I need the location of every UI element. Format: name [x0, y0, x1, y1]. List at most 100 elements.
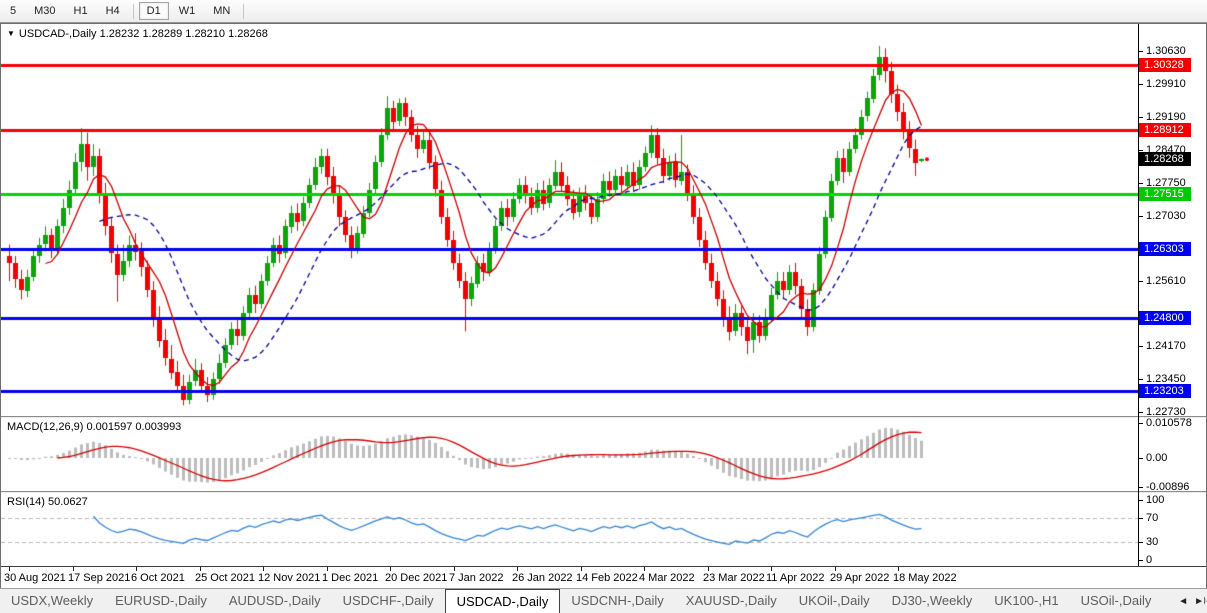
trading-app: 5M30H1H4 D1W1MN ▼ USDCAD-,Daily 1.28232 1.…	[0, 0, 1207, 613]
macd-values: 0.001597 0.003993	[86, 421, 181, 433]
price-axis-tick: 0.010578	[1146, 416, 1192, 430]
date-axis-label: 29 Apr 2022	[830, 572, 889, 584]
axis-tick-mark	[1139, 560, 1143, 561]
date-axis-label: 25 Oct 2021	[195, 572, 255, 584]
price-axis-tick: 1.29910	[1146, 77, 1186, 91]
date-axis-label: 20 Dec 2021	[385, 572, 447, 584]
price-tag: 1.26303	[1139, 242, 1191, 256]
date-tick-mark	[136, 567, 137, 571]
chart-tab-ukoil-daily[interactable]: UKOil-,Daily	[788, 589, 881, 613]
date-axis-label: 6 Oct 2021	[131, 572, 185, 584]
timeframe-button-d1[interactable]: D1	[139, 2, 169, 20]
rsi-value: 50.0627	[48, 496, 88, 508]
axis-tick-mark	[1139, 346, 1143, 347]
axis-tick-mark	[1139, 84, 1143, 85]
price-axis-tick: 1.30630	[1146, 44, 1186, 58]
date-tick-mark	[708, 567, 709, 571]
date-tick-mark	[200, 567, 201, 571]
price-tag: 1.30328	[1139, 58, 1191, 72]
date-axis-label: 11 Apr 2022	[766, 572, 825, 584]
date-axis-label: 30 Aug 2021	[4, 572, 66, 584]
axis-tick-mark	[1139, 183, 1143, 184]
date-axis-label: 7 Jan 2022	[449, 572, 503, 584]
timeframe-button-w1[interactable]: W1	[171, 2, 204, 20]
ohlc-open: 1.28232	[100, 28, 140, 40]
price-tag: 1.27515	[1139, 187, 1191, 201]
tab-scroll-arrows: ◄ ►	[1172, 589, 1204, 613]
chart-tab-xauusd-daily[interactable]: XAUUSD-,Daily	[675, 589, 788, 613]
axis-tick-mark	[1139, 500, 1143, 501]
chart-title-symbol: USDCAD-,Daily	[19, 28, 97, 40]
ohlc-close: 1.28268	[228, 28, 268, 40]
axis-tick-mark	[1139, 458, 1143, 459]
pane-separator[interactable]	[1, 416, 1206, 419]
chart-tab-audusd-daily[interactable]: AUDUSD-,Daily	[218, 589, 332, 613]
date-axis-label: 14 Feb 2022	[576, 572, 638, 584]
date-axis: 30 Aug 202117 Sep 20216 Oct 2021 25 Oct 2…	[1, 566, 1206, 589]
price-axis-tick: 1.27030	[1146, 209, 1186, 223]
tab-scroll-left-icon[interactable]: ◄	[1178, 596, 1188, 607]
date-tick-mark	[581, 567, 582, 571]
timeframe-toolbar: 5M30H1H4 D1W1MN	[0, 0, 1207, 23]
axis-tick-mark	[1139, 117, 1143, 118]
price-axis-tick: 0	[1146, 553, 1152, 567]
axis-tick-mark	[1139, 150, 1143, 151]
chart-tab-usdx-weekly[interactable]: USDX,Weekly	[0, 589, 104, 613]
axis-tick-mark	[1139, 51, 1143, 52]
rsi-pane-canvas[interactable]	[1, 494, 1138, 566]
chart-window: ▼ USDCAD-,Daily 1.28232 1.28289 1.28210 1…	[0, 23, 1207, 588]
date-axis-label: 4 Mar 2022	[639, 572, 695, 584]
chart-tab-eurusd-daily[interactable]: EURUSD-,Daily	[104, 589, 218, 613]
price-axis-tick: 1.25610	[1146, 274, 1186, 288]
date-tick-mark	[9, 567, 10, 571]
date-axis-label: 12 Nov 2021	[258, 572, 320, 584]
chart-tab-usoil-daily[interactable]: USOil-,Daily	[1070, 589, 1163, 613]
symbol-dropdown-icon[interactable]: ▼	[7, 29, 15, 38]
macd-label: MACD(12,26,9) 0.001597 0.003993	[7, 421, 181, 433]
tab-scroll-right-icon[interactable]: ►	[1194, 596, 1204, 607]
timeframe-button-5[interactable]: 5	[2, 2, 24, 20]
axis-tick-mark	[1139, 542, 1143, 543]
date-tick-mark	[771, 567, 772, 571]
ohlc-low: 1.28210	[185, 28, 225, 40]
timeframe-button-mn[interactable]: MN	[205, 2, 238, 20]
date-axis-label: 26 Jan 2022	[512, 572, 573, 584]
date-axis-label: 18 May 2022	[893, 572, 957, 584]
date-axis-label: 1 Dec 2021	[322, 572, 378, 584]
price-axis-tick: 1.29190	[1146, 110, 1186, 124]
axis-tick-mark	[1139, 487, 1143, 488]
ohlc-high: 1.28289	[142, 28, 182, 40]
chart-tab-dj30-weekly[interactable]: DJ30-,Weekly	[881, 589, 984, 613]
price-axis-tick: -0.00896	[1146, 480, 1189, 494]
timeframe-button-h4[interactable]: H4	[98, 2, 128, 20]
price-axis-tick: 30	[1146, 535, 1158, 549]
timeframe-button-h1[interactable]: H1	[66, 2, 96, 20]
price-tag: 1.24800	[1139, 311, 1191, 325]
date-tick-mark	[835, 567, 836, 571]
date-tick-mark	[454, 567, 455, 571]
chart-tab-uk100-h1[interactable]: UK100-,H1	[983, 589, 1069, 613]
chart-tab-usdcad-daily[interactable]: USDCAD-,Daily	[445, 589, 561, 613]
price-axis-tick: 1.24170	[1146, 339, 1186, 353]
date-tick-mark	[263, 567, 264, 571]
price-axis-tick: 100	[1146, 493, 1164, 507]
axis-tick-mark	[1139, 412, 1143, 413]
date-axis-label: 17 Sep 2021	[68, 572, 130, 584]
chart-tab-usdcnh-daily[interactable]: USDCNH-,Daily	[560, 589, 674, 613]
date-tick-mark	[73, 567, 74, 571]
axis-tick-mark	[1139, 423, 1143, 424]
timeframe-button-m30[interactable]: M30	[26, 2, 63, 20]
date-tick-mark	[327, 567, 328, 571]
price-chart-canvas[interactable]	[1, 25, 1138, 416]
pane-separator[interactable]	[1, 491, 1206, 494]
price-axis-line	[1138, 24, 1139, 566]
date-tick-mark	[517, 567, 518, 571]
chart-title: ▼ USDCAD-,Daily 1.28232 1.28289 1.28210 1…	[7, 28, 268, 40]
price-tag: 1.28912	[1139, 123, 1191, 137]
chart-tab-bar: USDX,WeeklyEURUSD-,DailyAUDUSD-,DailyUSD…	[0, 588, 1207, 613]
chart-tab-usdchf-daily[interactable]: USDCHF-,Daily	[332, 589, 445, 613]
price-tag: 1.28268	[1139, 152, 1191, 166]
axis-tick-mark	[1139, 379, 1143, 380]
axis-tick-mark	[1139, 518, 1143, 519]
rsi-label: RSI(14) 50.0627	[7, 496, 88, 508]
